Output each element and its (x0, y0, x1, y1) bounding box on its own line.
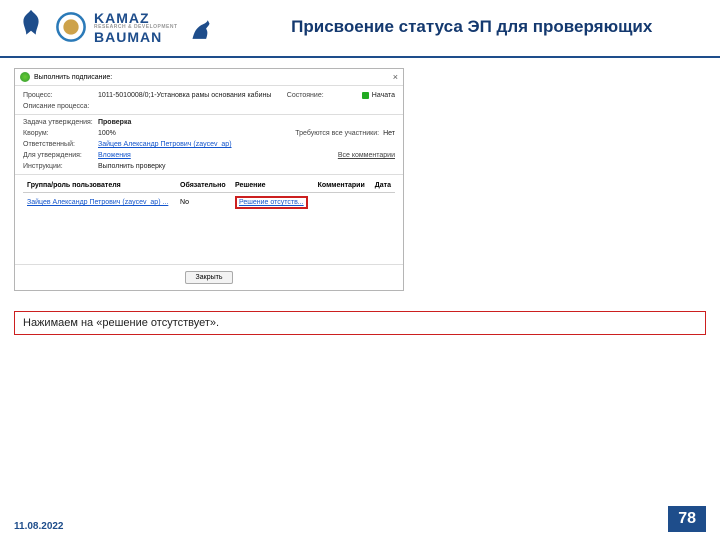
slide-header: KAMAZ RESEARCH & DEVELOPMENT BAUMAN Прис… (0, 0, 720, 58)
row-comments (314, 193, 371, 213)
dialog-titlebar: Выполнить подписание: × (15, 69, 403, 86)
slide-date: 11.08.2022 (14, 521, 64, 532)
signoff-dialog: Выполнить подписание: × Процесс: 1011-50… (14, 68, 404, 291)
horse-logo-icon (184, 8, 218, 46)
all-comments-link[interactable]: Все комментарии (338, 152, 395, 159)
signoff-table: Группа/роль пользователя Обязательно Реш… (23, 179, 395, 212)
process-value: 1011-5010008/0;1-Установка рамы основани… (98, 92, 271, 99)
decision-missing-link[interactable]: Решение отсутств... (239, 199, 304, 206)
logo-group: KAMAZ RESEARCH & DEVELOPMENT BAUMAN (14, 8, 218, 46)
slide-title: Присвоение статуса ЭП для проверяющих (218, 16, 706, 37)
instruction-box: Нажимаем на «решение отсутствует». (14, 311, 706, 335)
row-date (370, 193, 395, 213)
dialog-app-icon (20, 72, 30, 82)
state-label: Состояние: (287, 92, 362, 99)
quorum-label: Кворум: (23, 130, 98, 137)
dialog-title-text: Выполнить подписание: (34, 74, 112, 81)
close-button[interactable]: Закрыть (185, 271, 234, 284)
process-label: Процесс: (23, 92, 98, 99)
seal-logo-icon (54, 8, 88, 46)
col-group: Группа/роль пользователя (23, 179, 176, 193)
approval-label: Для утверждения: (23, 152, 98, 159)
row-user-link[interactable]: Зайцев Александр Петрович (zaycev_ap) ..… (27, 199, 168, 206)
slide-footer: 11.08.2022 78 (0, 506, 720, 532)
kamaz-bauman-logo: KAMAZ RESEARCH & DEVELOPMENT BAUMAN (94, 11, 178, 44)
row-required: No (176, 193, 231, 213)
state-value: Начата (372, 92, 395, 99)
close-icon[interactable]: × (393, 72, 398, 82)
description-label: Описание процесса: (23, 103, 98, 110)
instructions-label: Инструкции: (23, 163, 98, 170)
col-required: Обязательно (176, 179, 231, 193)
decision-highlight: Решение отсутств... (235, 196, 308, 209)
responsible-link[interactable]: Зайцев Александр Петрович (zaycev_ap) (98, 141, 232, 148)
attachments-link[interactable]: Вложения (98, 152, 131, 159)
eagle-logo-icon (14, 8, 48, 46)
col-date: Дата (370, 179, 395, 193)
table-row: Зайцев Александр Петрович (zaycev_ap) ..… (23, 193, 395, 213)
allreq-label: Требуются все участники: (295, 130, 379, 137)
col-decision: Решение (231, 179, 314, 193)
task-value: Проверка (98, 119, 131, 126)
task-label: Задача утверждения: (23, 119, 98, 126)
allreq-value: Нет (383, 130, 395, 137)
slide-content: Выполнить подписание: × Процесс: 1011-50… (0, 58, 720, 345)
responsible-label: Ответственный: (23, 141, 98, 148)
instructions-value: Выполнить проверку (98, 163, 166, 170)
state-status-icon (362, 92, 369, 99)
page-number: 78 (668, 506, 706, 532)
quorum-value: 100% (98, 130, 116, 137)
col-comments: Комментарии (314, 179, 371, 193)
